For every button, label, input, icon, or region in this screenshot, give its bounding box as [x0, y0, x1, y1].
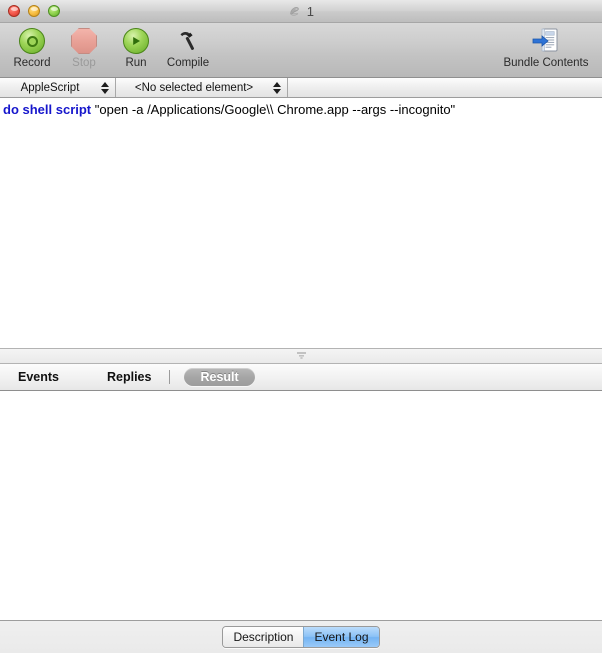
window-controls	[8, 5, 60, 17]
run-label: Run	[125, 57, 147, 69]
window-titlebar: 1	[0, 0, 602, 23]
bundle-contents-button[interactable]: Bundle Contents	[494, 26, 598, 69]
stop-icon	[71, 28, 97, 54]
code-keyword: do shell script	[3, 102, 92, 117]
segment-description[interactable]: Description	[223, 627, 304, 647]
run-icon	[123, 28, 149, 54]
hammer-icon	[180, 32, 195, 50]
tab-events[interactable]: Events	[14, 370, 63, 384]
stop-label: Stop	[72, 57, 96, 69]
main-toolbar: Record Stop Run Compile Bundle Contents	[0, 23, 602, 78]
minimize-button[interactable]	[28, 5, 40, 17]
tab-result[interactable]: Result	[184, 367, 255, 386]
bottom-segmented-control: Description Event Log	[222, 626, 380, 648]
language-popup-label: AppleScript	[20, 81, 80, 94]
tab-replies[interactable]: Replies	[103, 370, 155, 384]
applescript-document-icon	[290, 6, 299, 16]
record-label: Record	[13, 57, 51, 69]
bundle-contents-label: Bundle Contents	[503, 57, 589, 69]
log-tab-bar: Events Replies Result	[0, 363, 602, 391]
code-string: "open -a /Applications/Google\\ Chrome.a…	[91, 102, 456, 117]
record-button[interactable]: Record	[6, 26, 58, 69]
bundle-contents-icon	[532, 28, 558, 52]
script-editor-window: 1 Record Stop Run Compile Bundle Content…	[0, 0, 602, 653]
window-title-group: 1	[0, 0, 602, 22]
pane-splitter[interactable]	[0, 347, 602, 364]
resize-grip-icon	[296, 352, 306, 359]
zoom-button[interactable]	[48, 5, 60, 17]
run-icon-wrap	[123, 26, 149, 56]
script-editor-pane[interactable]: do shell script "open -a /Applications/G…	[0, 98, 602, 348]
compile-button[interactable]: Compile	[162, 26, 214, 69]
record-icon	[19, 28, 45, 54]
stop-button[interactable]: Stop	[58, 26, 110, 69]
language-popup[interactable]: AppleScript	[0, 78, 116, 97]
run-button[interactable]: Run	[110, 26, 162, 69]
element-popup[interactable]: <No selected element>	[116, 78, 288, 97]
window-title: 1	[306, 3, 315, 19]
element-popup-label: <No selected element>	[134, 81, 254, 94]
bundle-contents-icon-wrap	[531, 26, 561, 56]
result-pane[interactable]	[0, 390, 602, 620]
close-button[interactable]	[8, 5, 20, 17]
segment-event-log[interactable]: Event Log	[303, 627, 379, 647]
script-popup-bar: AppleScript <No selected element>	[0, 78, 602, 98]
popup-bar-filler	[288, 78, 602, 97]
stop-icon-wrap	[71, 26, 97, 56]
code-line: do shell script "open -a /Applications/G…	[3, 102, 602, 118]
stepper-arrows-icon	[272, 80, 281, 96]
record-icon-wrap	[19, 26, 45, 56]
compile-label: Compile	[166, 57, 210, 69]
toolbar-button-group: Record Stop Run Compile	[6, 26, 214, 69]
play-triangle-icon	[133, 37, 140, 45]
stepper-arrows-icon	[100, 80, 109, 96]
bottom-bar: Description Event Log	[0, 620, 602, 653]
compile-icon-wrap	[174, 26, 202, 56]
tab-separator	[169, 369, 171, 384]
